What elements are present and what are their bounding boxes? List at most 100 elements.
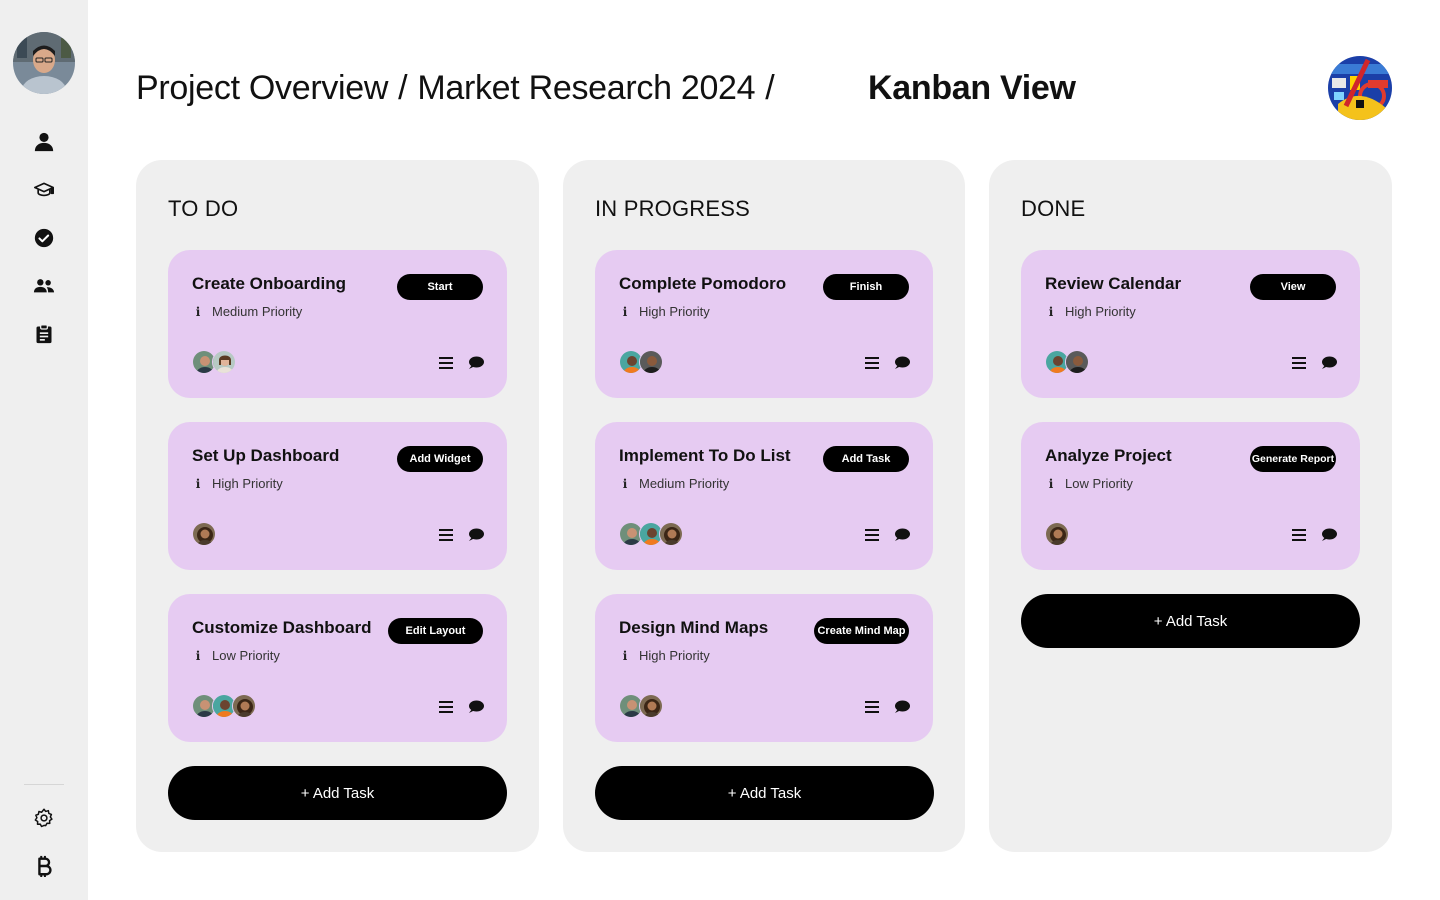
comment-icon[interactable] <box>893 354 911 372</box>
avatar[interactable] <box>232 694 256 718</box>
task-card[interactable]: Complete Pomodoro Finish i High Priority <box>595 250 933 398</box>
create-mind-map-button[interactable]: Create Mind Map <box>814 618 909 644</box>
info-icon: i <box>195 476 201 491</box>
menu-icon[interactable] <box>863 526 881 544</box>
task-card[interactable]: Analyze Project Generate Report i Low Pr… <box>1021 422 1360 570</box>
card-actions <box>863 354 911 372</box>
breadcrumb-item-project-overview[interactable]: Project Overview <box>136 69 388 108</box>
menu-icon[interactable] <box>863 354 881 372</box>
task-title: Analyze Project <box>1045 446 1172 465</box>
comment-icon[interactable] <box>893 526 911 544</box>
priority-text: High Priority <box>639 648 710 663</box>
comment-icon[interactable] <box>467 354 485 372</box>
comment-icon[interactable] <box>893 698 911 716</box>
column-in-progress: IN PROGRESS Complete Pomodoro Finish i H… <box>563 160 965 852</box>
user-icon[interactable] <box>32 130 56 154</box>
info-icon: i <box>195 304 201 319</box>
priority-label: i High Priority <box>1045 304 1136 319</box>
priority-text: Medium Priority <box>212 304 303 319</box>
finish-button[interactable]: Finish <box>823 274 909 300</box>
task-title: Complete Pomodoro <box>619 274 787 293</box>
menu-icon[interactable] <box>437 698 455 716</box>
gear-icon[interactable] <box>32 806 56 830</box>
task-title: Create Onboarding <box>192 274 346 293</box>
add-widget-button[interactable]: Add Widget <box>397 446 483 472</box>
priority-text: High Priority <box>1065 304 1136 319</box>
generate-report-button[interactable]: Generate Report <box>1250 446 1336 472</box>
task-card[interactable]: Set Up Dashboard Add Widget i High Prior… <box>168 422 507 570</box>
priority-label: i High Priority <box>619 648 710 663</box>
info-icon: i <box>622 476 628 491</box>
task-title: Review Calendar <box>1045 274 1182 293</box>
assignee-avatars <box>1045 350 1089 374</box>
sidebar-divider <box>24 784 64 785</box>
card-actions <box>863 698 911 716</box>
assignee-avatars <box>192 350 236 374</box>
breadcrumb-separator: / <box>765 68 775 107</box>
priority-text: Low Priority <box>212 648 280 663</box>
graduation-cap-icon[interactable] <box>32 178 56 202</box>
task-card[interactable]: Design Mind Maps Create Mind Map i High … <box>595 594 933 742</box>
avatar[interactable] <box>1065 350 1089 374</box>
priority-label: i Medium Priority <box>192 304 303 319</box>
check-circle-icon[interactable] <box>32 226 56 250</box>
avatar[interactable] <box>639 350 663 374</box>
task-card[interactable]: Review Calendar View i High Priority <box>1021 250 1360 398</box>
priority-text: High Priority <box>212 476 283 491</box>
card-actions <box>437 698 485 716</box>
column-title: TO DO <box>168 196 239 221</box>
menu-icon[interactable] <box>437 354 455 372</box>
info-icon: i <box>1048 476 1054 491</box>
priority-text: Medium Priority <box>639 476 730 491</box>
add-task-button[interactable]: + Add Task <box>1021 594 1360 648</box>
breadcrumb-item-market-research[interactable]: Market Research 2024 <box>417 69 755 108</box>
add-task-inline-button[interactable]: Add Task <box>823 446 909 472</box>
menu-icon[interactable] <box>1290 526 1308 544</box>
card-actions <box>1290 526 1338 544</box>
profile-avatar[interactable] <box>13 32 75 94</box>
column-done: DONE Review Calendar View i High Priorit… <box>989 160 1392 852</box>
info-icon: i <box>1048 304 1054 319</box>
card-actions <box>1290 354 1338 372</box>
add-task-button[interactable]: + Add Task <box>595 766 934 820</box>
sidebar <box>0 0 88 900</box>
task-title: Design Mind Maps <box>619 618 769 637</box>
avatar[interactable] <box>1045 522 1069 546</box>
view-button[interactable]: View <box>1250 274 1336 300</box>
users-icon[interactable] <box>32 274 56 298</box>
assignee-avatars <box>192 694 256 718</box>
bitcoin-icon[interactable] <box>32 854 56 878</box>
comment-icon[interactable] <box>467 526 485 544</box>
column-title: DONE <box>1021 196 1086 221</box>
menu-icon[interactable] <box>437 526 455 544</box>
comment-icon[interactable] <box>1320 526 1338 544</box>
start-button[interactable]: Start <box>397 274 483 300</box>
column-title: IN PROGRESS <box>595 196 751 221</box>
priority-label: i High Priority <box>619 304 710 319</box>
info-icon: i <box>195 648 201 663</box>
breadcrumb: Project Overview / Market Research 2024 … <box>136 64 784 112</box>
edit-layout-button[interactable]: Edit Layout <box>388 618 483 644</box>
info-icon: i <box>622 648 628 663</box>
avatar[interactable] <box>212 350 236 374</box>
card-actions <box>437 526 485 544</box>
clipboard-icon[interactable] <box>32 322 56 346</box>
menu-icon[interactable] <box>1290 354 1308 372</box>
task-title: Set Up Dashboard <box>192 446 340 465</box>
user-avatar[interactable] <box>1328 56 1392 120</box>
task-card[interactable]: Implement To Do List Add Task i Medium P… <box>595 422 933 570</box>
avatar[interactable] <box>639 694 663 718</box>
page-title: Kanban View <box>868 68 1076 107</box>
assignee-avatars <box>192 522 216 546</box>
kanban-app: Project Overview / Market Research 2024 … <box>0 0 1440 900</box>
comment-icon[interactable] <box>1320 354 1338 372</box>
comment-icon[interactable] <box>467 698 485 716</box>
assignee-avatars <box>1045 522 1069 546</box>
assignee-avatars <box>619 522 683 546</box>
menu-icon[interactable] <box>863 698 881 716</box>
add-task-button[interactable]: + Add Task <box>168 766 507 820</box>
avatar[interactable] <box>659 522 683 546</box>
avatar[interactable] <box>192 522 216 546</box>
task-card[interactable]: Create Onboarding Start i Medium Priorit… <box>168 250 507 398</box>
task-card[interactable]: Customize Dashboard Edit Layout i Low Pr… <box>168 594 507 742</box>
